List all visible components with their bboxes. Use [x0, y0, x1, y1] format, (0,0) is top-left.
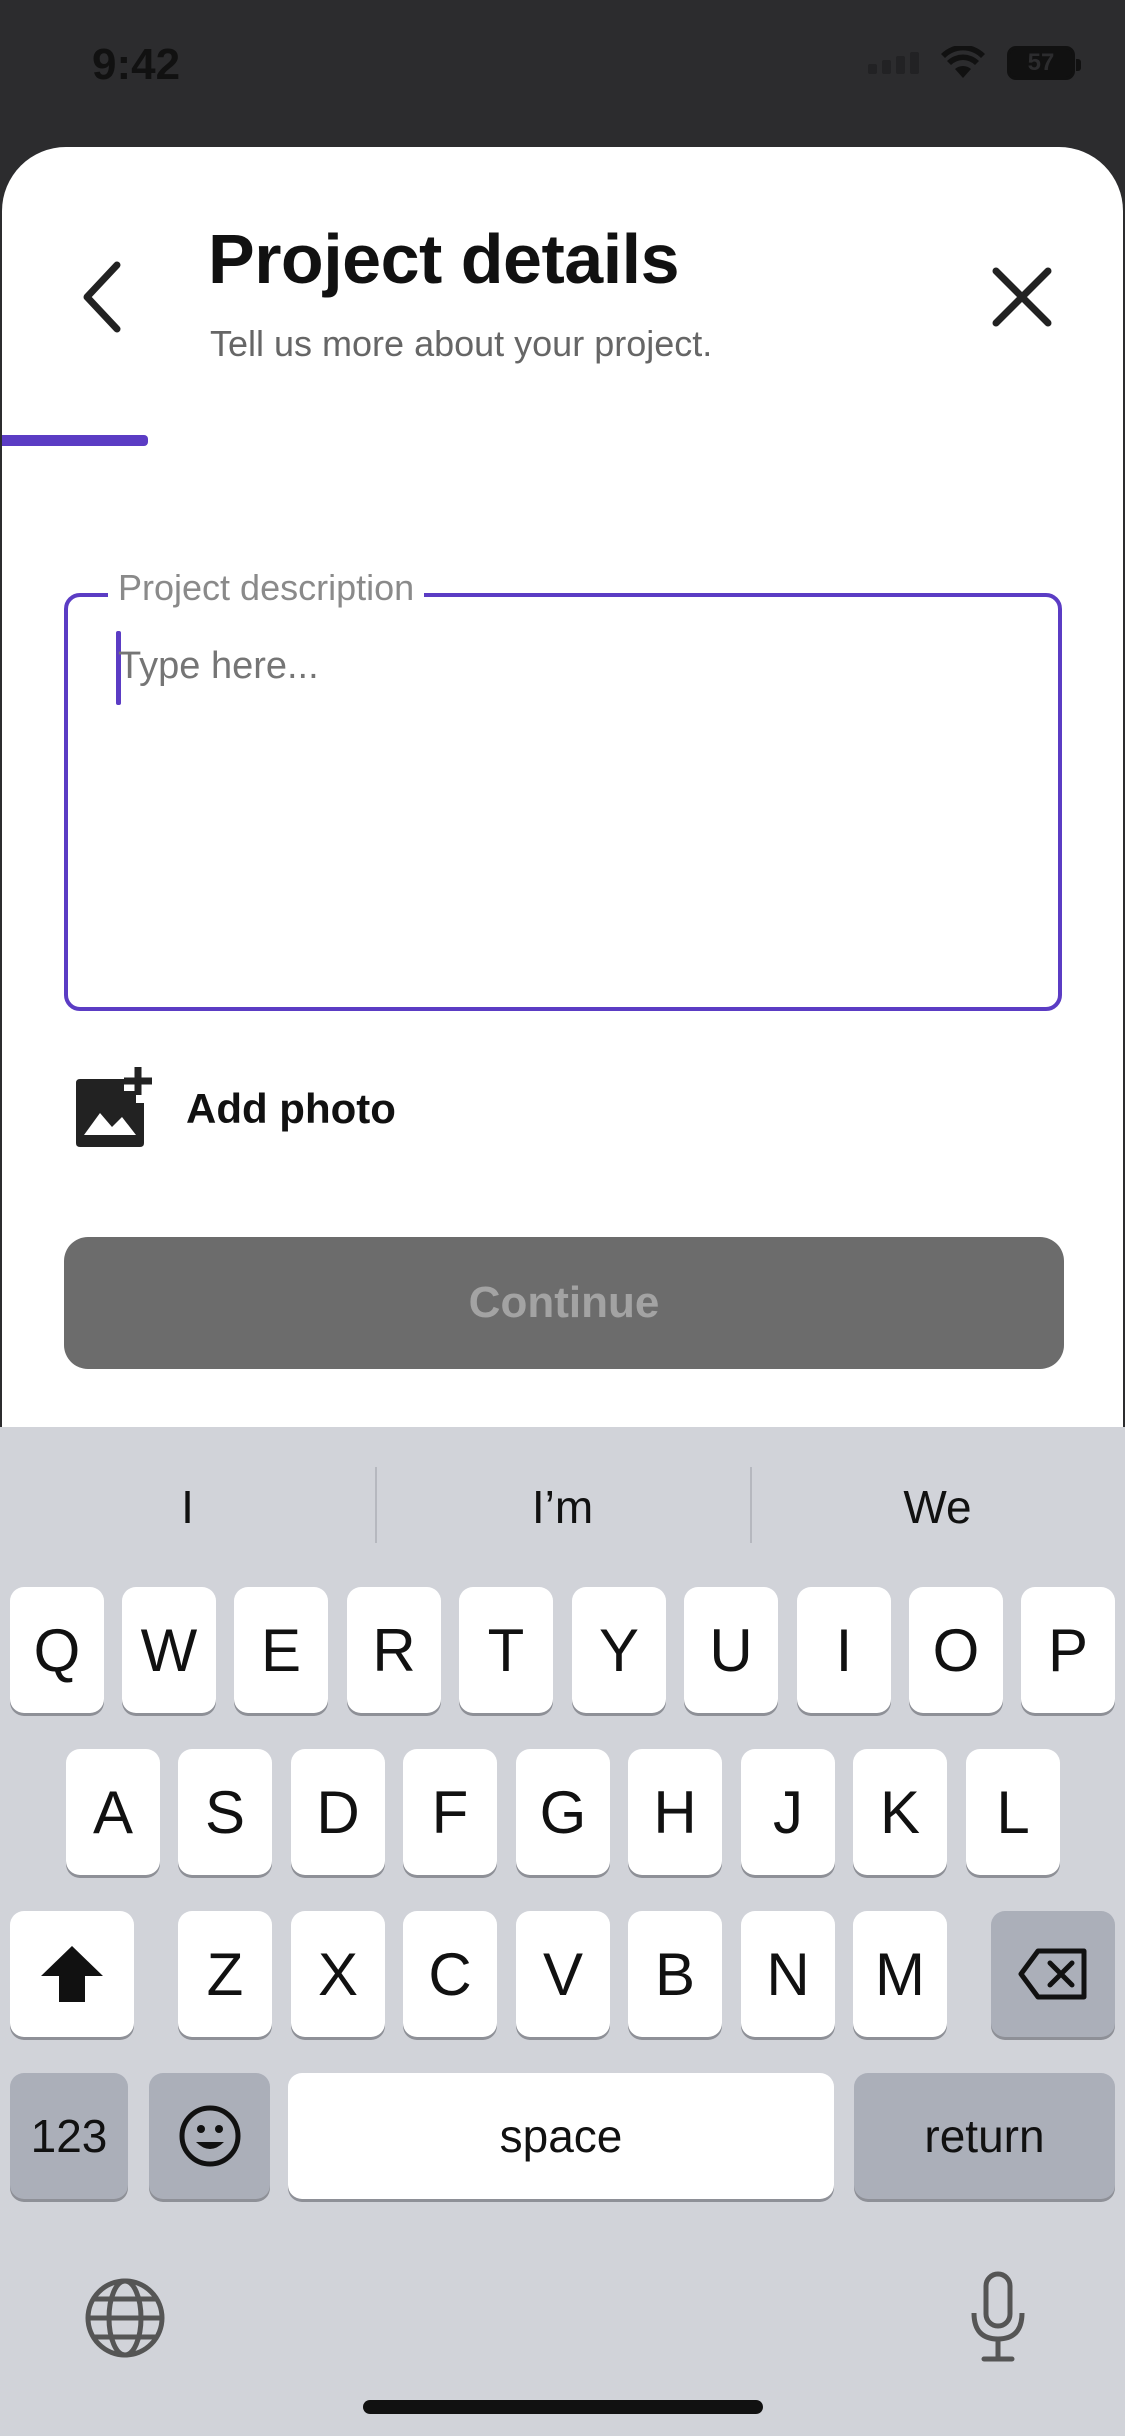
suggestion-item[interactable]: I’m	[375, 1467, 750, 1547]
shift-key[interactable]	[10, 1911, 134, 2037]
microphone-icon	[971, 2271, 1025, 2362]
status-bar: 9:42 57	[0, 0, 1125, 140]
key-d[interactable]: D	[291, 1749, 385, 1875]
key-t[interactable]: T	[459, 1587, 553, 1713]
status-indicators: 57	[868, 46, 1081, 80]
status-time: 9:42	[92, 40, 181, 89]
back-button[interactable]	[62, 257, 142, 337]
key-s[interactable]: S	[178, 1749, 272, 1875]
key-g[interactable]: G	[516, 1749, 610, 1875]
key-p[interactable]: P	[1021, 1587, 1115, 1713]
keyboard-suggestions: I I’m We	[0, 1467, 1125, 1547]
key-b[interactable]: B	[628, 1911, 722, 2037]
key-f[interactable]: F	[403, 1749, 497, 1875]
add-photo-button[interactable]: Add photo	[72, 1067, 396, 1151]
battery-level: 57	[1027, 49, 1055, 76]
chevron-left-icon	[83, 261, 121, 333]
key-c[interactable]: C	[403, 1911, 497, 2037]
emoji-icon	[179, 2105, 240, 2167]
key-m[interactable]: M	[853, 1911, 947, 2037]
emoji-key[interactable]	[149, 2073, 270, 2199]
backspace-icon	[1018, 1948, 1087, 2000]
key-e[interactable]: E	[234, 1587, 328, 1713]
delete-key[interactable]	[991, 1911, 1115, 2037]
key-u[interactable]: U	[684, 1587, 778, 1713]
numbers-key[interactable]: 123	[10, 2073, 128, 2199]
key-x[interactable]: X	[291, 1911, 385, 2037]
key-i[interactable]: I	[797, 1587, 891, 1713]
key-z[interactable]: Z	[178, 1911, 272, 2037]
key-a[interactable]: A	[66, 1749, 160, 1875]
home-indicator	[363, 2400, 763, 2414]
suggestion-item[interactable]: We	[750, 1467, 1125, 1547]
key-w[interactable]: W	[122, 1587, 216, 1713]
key-q[interactable]: Q	[10, 1587, 104, 1713]
project-description-label: Project description	[108, 567, 425, 609]
wifi-icon	[941, 46, 985, 78]
shift-icon	[41, 1946, 103, 2002]
dictation-button[interactable]	[958, 2267, 1038, 2367]
key-l[interactable]: L	[966, 1749, 1060, 1875]
continue-button[interactable]: Continue	[64, 1237, 1064, 1369]
key-k[interactable]: K	[853, 1749, 947, 1875]
globe-button[interactable]	[82, 2275, 168, 2361]
page-subtitle: Tell us more about your project.	[210, 323, 713, 364]
close-button[interactable]	[982, 257, 1062, 337]
key-y[interactable]: Y	[572, 1587, 666, 1713]
key-r[interactable]: R	[347, 1587, 441, 1713]
cellular-signal-icon	[868, 52, 919, 74]
page-title: Project details	[208, 220, 680, 298]
step-progress-bar	[2, 435, 148, 446]
battery-icon: 57	[1007, 46, 1081, 80]
close-icon	[992, 267, 1052, 327]
project-details-sheet: Project details Tell us more about your …	[2, 147, 1123, 1427]
space-key[interactable]: space	[288, 2073, 834, 2199]
key-j[interactable]: J	[741, 1749, 835, 1875]
key-v[interactable]: V	[516, 1911, 610, 2037]
add-photo-label: Add photo	[186, 1085, 396, 1132]
return-key[interactable]: return	[854, 2073, 1115, 2199]
add-photo-icon	[76, 1067, 152, 1147]
key-o[interactable]: O	[909, 1587, 1003, 1713]
project-description-input[interactable]	[118, 645, 998, 688]
key-h[interactable]: H	[628, 1749, 722, 1875]
globe-icon	[85, 2278, 165, 2358]
keyboard: I I’m We Q W E R T Y U I O P A S D F G H…	[0, 1427, 1125, 2436]
suggestion-item[interactable]: I	[0, 1467, 375, 1547]
key-n[interactable]: N	[741, 1911, 835, 2037]
project-description-field[interactable]: Project description	[64, 567, 1062, 1011]
